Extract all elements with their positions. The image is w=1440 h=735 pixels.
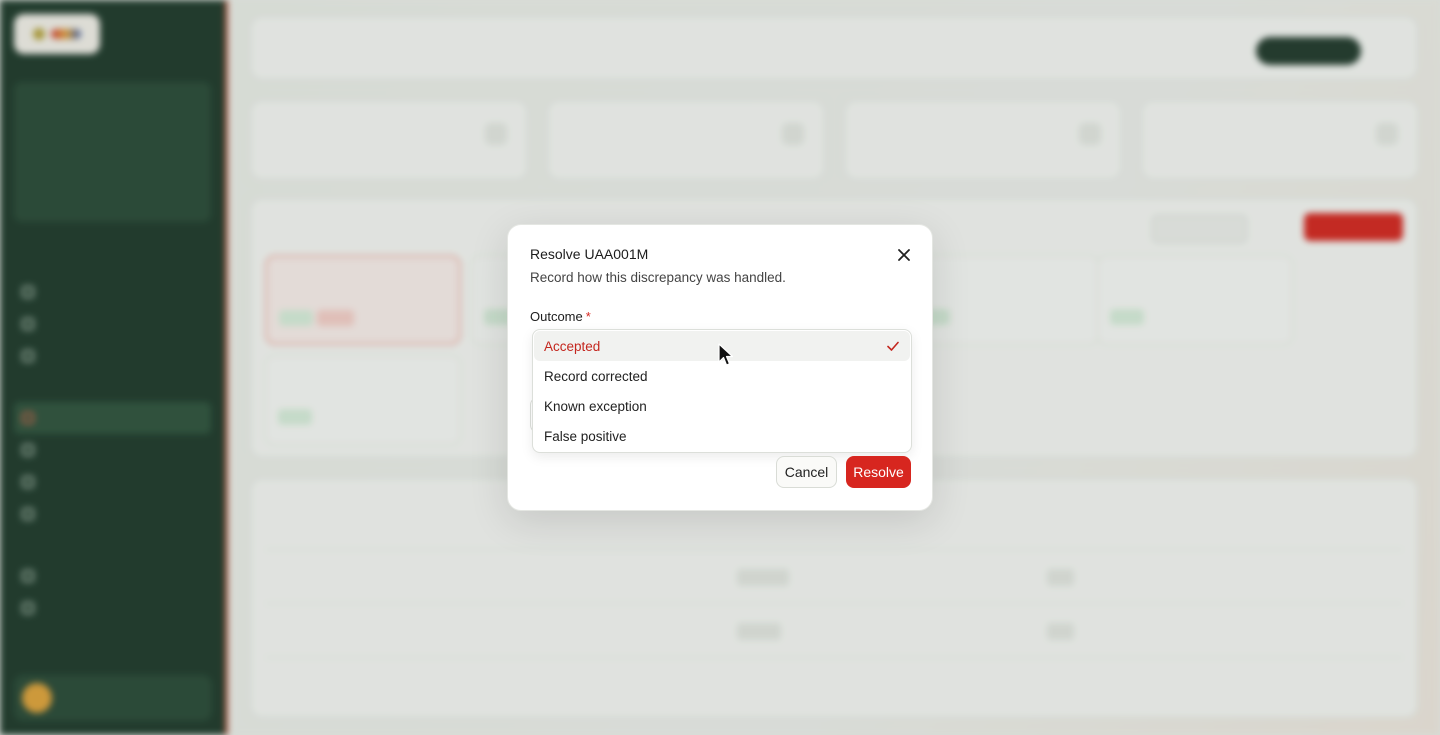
dialog-description: Record how this discrepancy was handled.: [530, 270, 786, 285]
dialog-title: Resolve UAA001M: [530, 246, 649, 262]
cancel-button[interactable]: Cancel: [776, 456, 837, 488]
required-mark: *: [585, 309, 591, 324]
mouse-pointer-icon: [718, 343, 734, 367]
resolve-button[interactable]: Resolve: [846, 456, 911, 488]
option-label: Known exception: [544, 398, 647, 414]
close-icon: [894, 249, 914, 269]
close-button[interactable]: [894, 245, 914, 265]
option-false-positive[interactable]: False positive: [534, 421, 910, 451]
option-known-exception[interactable]: Known exception: [534, 391, 910, 421]
option-label: Record corrected: [544, 368, 648, 384]
option-label: Accepted: [544, 338, 601, 354]
resolve-dialog: Resolve UAA001M Record how this discrepa…: [507, 224, 933, 511]
outcome-label: Outcome *: [530, 309, 591, 324]
option-label: False positive: [544, 428, 627, 444]
check-icon: [886, 339, 900, 353]
